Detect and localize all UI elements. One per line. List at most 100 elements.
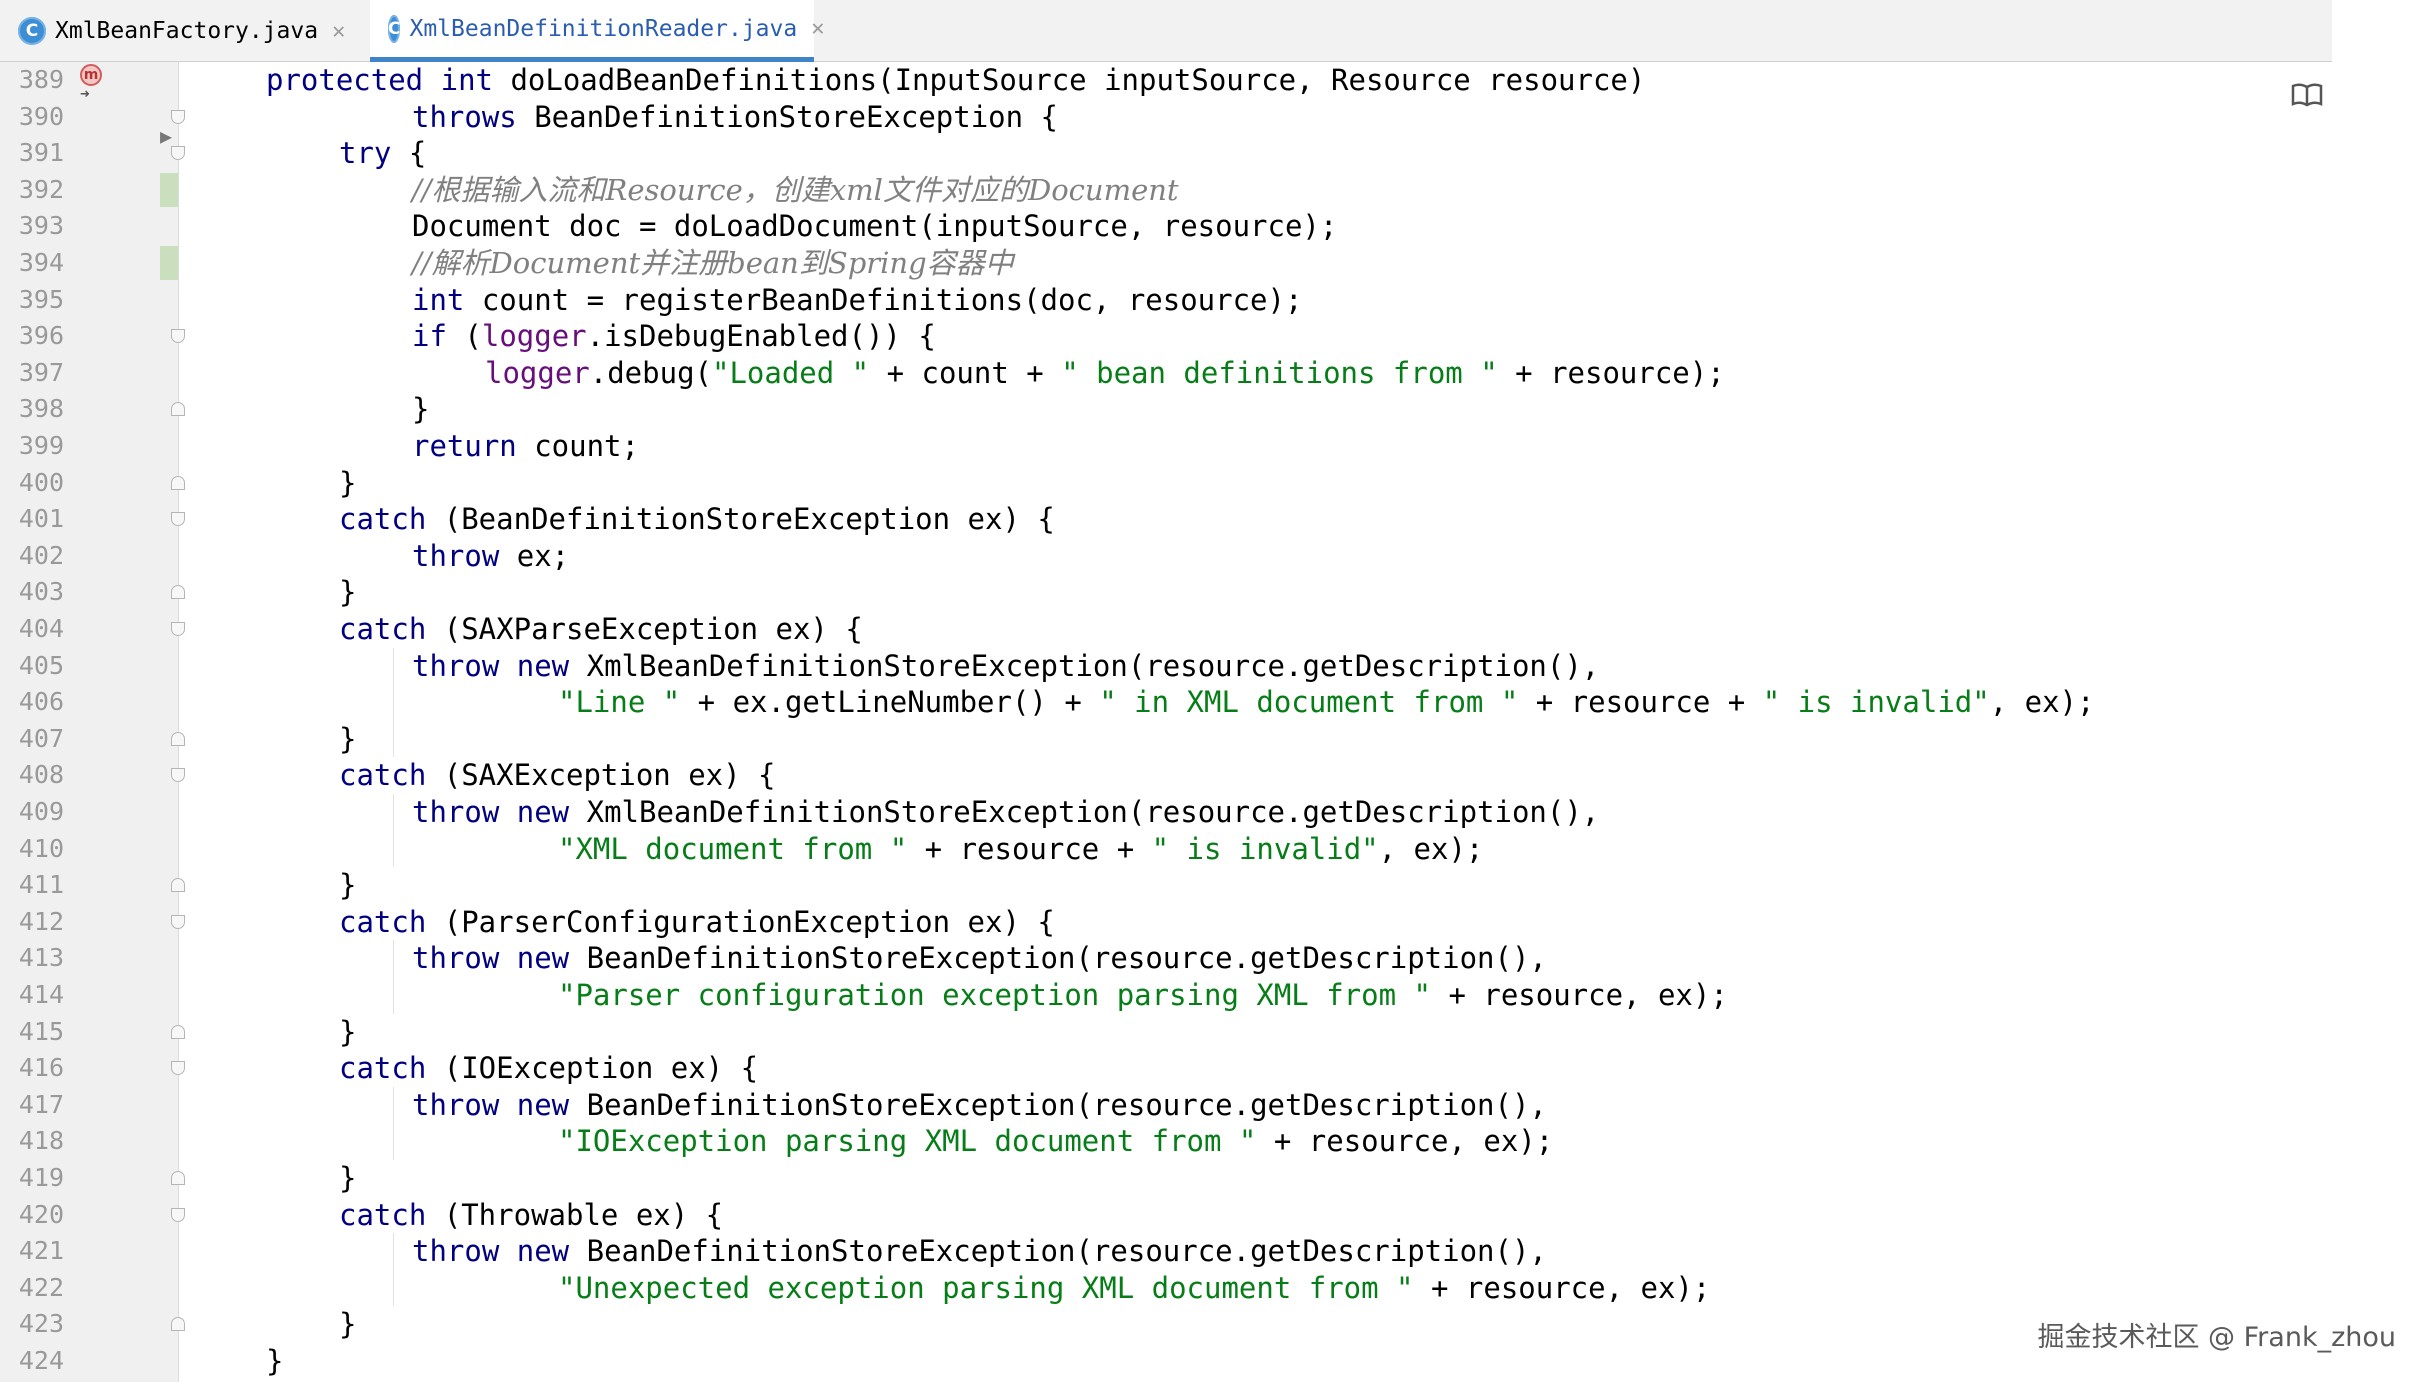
line-number[interactable]: 423 (0, 1306, 64, 1343)
code-text[interactable]: throw new BeanDefinitionStoreException(r… (412, 1233, 1547, 1270)
code-line[interactable]: 395 int count = registerBeanDefinitions(d… (0, 282, 2332, 319)
line-number[interactable]: 414 (0, 977, 64, 1014)
fold-open-icon[interactable] (171, 622, 185, 636)
code-line[interactable]: 391 try { (0, 135, 2332, 172)
line-number[interactable]: 398 (0, 391, 64, 428)
code-text[interactable]: catch (IOException ex) { (339, 1050, 758, 1087)
fold-open-icon[interactable] (171, 109, 185, 124)
line-number[interactable]: 407 (0, 721, 64, 758)
code-text[interactable]: } (339, 465, 356, 502)
line-number[interactable]: 418 (0, 1123, 64, 1160)
code-text[interactable]: "Line " + ex.getLineNumber() + " in XML … (558, 684, 2094, 721)
code-text[interactable]: throw new XmlBeanDefinitionStoreExceptio… (412, 648, 1599, 685)
line-number[interactable]: 421 (0, 1233, 64, 1270)
code-text[interactable]: catch (BeanDefinitionStoreException ex) … (339, 501, 1055, 538)
code-line[interactable]: 405 throw new XmlBeanDefinitionStoreExcep… (0, 648, 2332, 685)
code-text[interactable]: //根据输入流和Resource，创建xml文件对应的Document (412, 172, 1179, 209)
code-line[interactable]: 392 //根据输入流和Resource，创建xml文件对应的Document (0, 172, 2332, 209)
code-text[interactable]: return count; (412, 428, 639, 465)
line-number[interactable]: 389 (0, 62, 64, 99)
code-line[interactable]: 408 catch (SAXException ex) { (0, 757, 2332, 794)
code-line[interactable]: 416 catch (IOException ex) { (0, 1050, 2332, 1087)
code-line[interactable]: 409 throw new XmlBeanDefinitionStoreExcep… (0, 794, 2332, 831)
code-text[interactable]: } (339, 721, 356, 758)
line-number[interactable]: 396 (0, 318, 64, 355)
code-text[interactable]: "Parser configuration exception parsing … (558, 977, 1728, 1014)
code-line[interactable]: 398} (0, 391, 2332, 428)
line-number[interactable]: 416 (0, 1050, 64, 1087)
line-number[interactable]: 410 (0, 831, 64, 868)
code-text[interactable]: if (logger.isDebugEnabled()) { (412, 318, 936, 355)
code-text[interactable]: } (266, 1343, 283, 1380)
vcs-change-marker[interactable] (160, 209, 178, 243)
code-line[interactable]: 411} (0, 867, 2332, 904)
line-number[interactable]: 406 (0, 684, 64, 721)
code-line[interactable]: 406 "Line " + ex.getLineNumber() + " in X… (0, 684, 2332, 721)
code-text[interactable]: try { (339, 135, 426, 172)
line-number[interactable]: 420 (0, 1197, 64, 1234)
line-number[interactable]: 393 (0, 208, 64, 245)
code-line[interactable]: 402 throw ex; (0, 538, 2332, 575)
code-line[interactable]: 424} (0, 1343, 2332, 1380)
code-text[interactable]: "IOException parsing XML document from "… (558, 1123, 1553, 1160)
line-number[interactable]: 408 (0, 757, 64, 794)
fold-close-icon[interactable] (171, 1317, 185, 1332)
line-number[interactable]: 405 (0, 648, 64, 685)
fold-close-icon[interactable] (171, 1024, 185, 1039)
code-line[interactable]: 417 throw new BeanDefinitionStoreExceptio… (0, 1087, 2332, 1124)
code-text[interactable]: //解析Document并注册bean到Spring容器中 (412, 245, 1014, 282)
code-line[interactable]: 396 if (logger.isDebugEnabled()) { (0, 318, 2332, 355)
line-number[interactable]: 399 (0, 428, 64, 465)
code-line[interactable]: 420 catch (Throwable ex) { (0, 1197, 2332, 1234)
code-text[interactable]: throw new BeanDefinitionStoreException(r… (412, 1087, 1547, 1124)
code-text[interactable]: int count = registerBeanDefinitions(doc,… (412, 282, 1302, 319)
code-line[interactable]: 419} (0, 1160, 2332, 1197)
line-number[interactable]: 419 (0, 1160, 64, 1197)
code-line[interactable]: 400} (0, 465, 2332, 502)
line-number[interactable]: 394 (0, 245, 64, 282)
line-number[interactable]: 409 (0, 794, 64, 831)
fold-open-icon[interactable] (171, 1207, 185, 1222)
code-text[interactable]: throw new XmlBeanDefinitionStoreExceptio… (412, 794, 1599, 831)
line-number[interactable]: 397 (0, 355, 64, 392)
line-number[interactable]: 412 (0, 904, 64, 941)
code-text[interactable]: } (339, 867, 356, 904)
code-text[interactable]: } (339, 1014, 356, 1051)
close-icon[interactable]: ✕ (332, 19, 345, 44)
tab-xmlbeanfactory[interactable]: C XmlBeanFactory.java ✕ (0, 0, 362, 62)
line-number[interactable]: 402 (0, 538, 64, 575)
vcs-change-marker[interactable] (160, 246, 178, 280)
code-text[interactable]: throws BeanDefinitionStoreException { (412, 99, 1058, 136)
line-number[interactable]: 403 (0, 574, 64, 611)
code-line[interactable]: 403} (0, 574, 2332, 611)
code-line[interactable]: 389 protected int doLoadBeanDefinitions(I… (0, 62, 2332, 99)
vcs-change-marker[interactable] (160, 172, 178, 207)
tab-xmlbeandefinitionreader[interactable]: C XmlBeanDefinitionReader.java ✕ (370, 0, 824, 62)
code-line[interactable]: 414 "Parser configuration exception parsi… (0, 977, 2332, 1014)
line-number[interactable]: 415 (0, 1014, 64, 1051)
line-number[interactable]: 411 (0, 867, 64, 904)
line-number[interactable]: 391 (0, 135, 64, 172)
line-number[interactable]: 404 (0, 611, 64, 648)
code-text[interactable]: } (339, 1160, 356, 1197)
close-icon[interactable]: ✕ (811, 16, 824, 41)
code-line[interactable]: 423} (0, 1306, 2332, 1343)
code-text[interactable]: "Unexpected exception parsing XML docume… (558, 1270, 1710, 1307)
code-line[interactable]: 390 throws BeanDefinitionStoreException { (0, 99, 2332, 136)
code-text[interactable]: "XML document from " + resource + " is i… (558, 831, 1483, 868)
code-text[interactable]: catch (SAXParseException ex) { (339, 611, 863, 648)
code-text[interactable]: Document doc = doLoadDocument(inputSourc… (412, 208, 1337, 245)
code-text[interactable]: protected int doLoadBeanDefinitions(Inpu… (266, 62, 1645, 99)
code-line[interactable]: 422 "Unexpected exception parsing XML doc… (0, 1270, 2332, 1307)
code-line[interactable]: 413 throw new BeanDefinitionStoreExceptio… (0, 940, 2332, 977)
code-line[interactable]: 401 catch (BeanDefinitionStoreException e… (0, 501, 2332, 538)
code-line[interactable]: 407} (0, 721, 2332, 758)
line-number[interactable]: 392 (0, 172, 64, 209)
code-line[interactable]: 394 //解析Document并注册bean到Spring容器中 (0, 245, 2332, 282)
fold-close-icon[interactable] (171, 475, 185, 490)
line-number[interactable]: 422 (0, 1270, 64, 1307)
line-number[interactable]: 417 (0, 1087, 64, 1124)
code-text[interactable]: throw ex; (412, 538, 569, 575)
code-text[interactable]: } (339, 574, 356, 611)
code-text[interactable]: logger.debug("Loaded " + count + " bean … (485, 355, 1725, 392)
